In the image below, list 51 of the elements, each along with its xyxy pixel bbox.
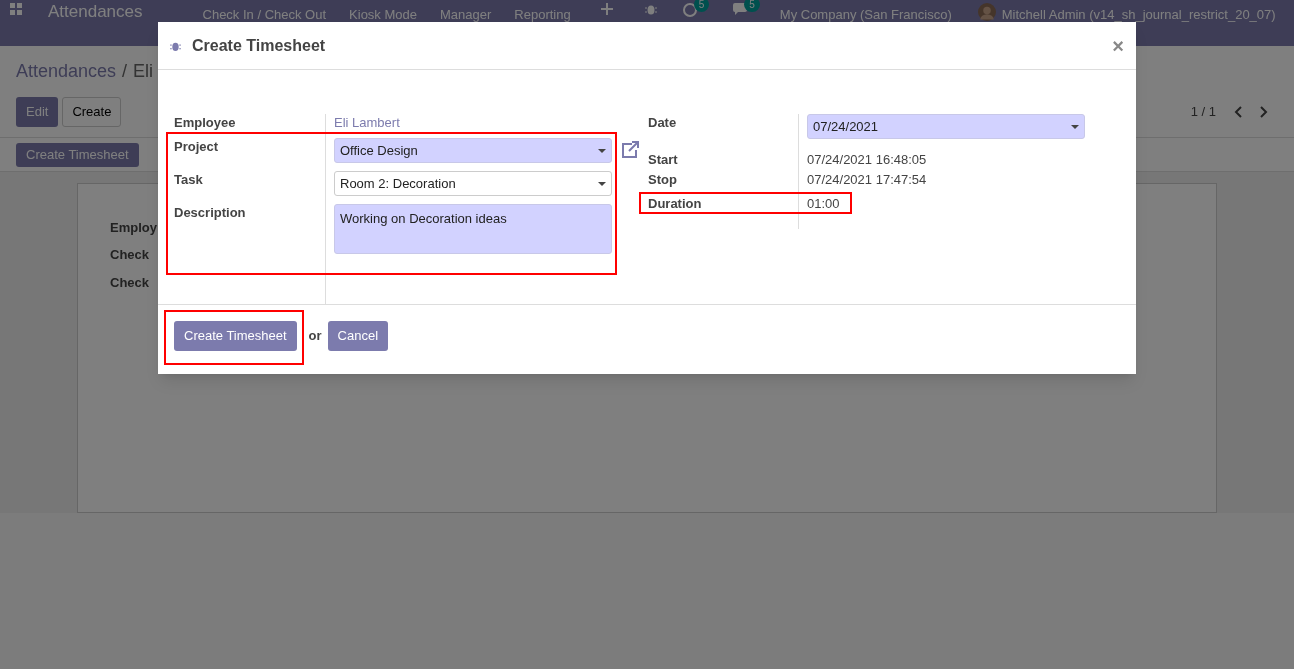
field-label: Project (174, 138, 219, 156)
or-text: or (308, 327, 322, 346)
field-value: 07/24/2021 16:48:05 (807, 151, 928, 169)
field-label: Description (174, 204, 246, 222)
activity-badge: 5 (693, 0, 710, 12)
description-field[interactable]: Working on Decoration ideas (334, 204, 612, 254)
apps-grid-icon[interactable] (10, 3, 22, 15)
chat-icon[interactable] (733, 3, 748, 15)
field-value: 01:00 (807, 195, 841, 213)
nav-menu-item[interactable]: Kiosk Mode (349, 5, 417, 25)
close-button[interactable]: × (1112, 35, 1124, 56)
nav-menu-item[interactable]: Reporting (514, 5, 571, 25)
field-label: Date (648, 114, 677, 132)
caret-icon (598, 148, 606, 153)
create-timesheet-button[interactable]: Create Timesheet (174, 321, 297, 351)
clock-icon[interactable] (682, 3, 697, 17)
field-label: Employee (174, 114, 236, 132)
field-value: 07/24/2021 17:47:54 (807, 171, 928, 189)
dialog-title: Create Timesheet (192, 35, 326, 56)
field-label: Stop (648, 171, 677, 189)
breadcrumb-current: Eli (133, 60, 154, 83)
create-timesheet-button[interactable]: Create Timesheet (16, 142, 139, 167)
caret-icon (598, 181, 606, 186)
chevron-right-icon[interactable] (1260, 106, 1268, 118)
create-button[interactable]: Create (62, 97, 122, 127)
select-field[interactable]: Office Design (334, 138, 612, 163)
app-title[interactable]: Attendances (48, 3, 143, 20)
edit-button[interactable]: Edit (16, 97, 59, 127)
select-field[interactable]: Room 2: Decoration (334, 171, 612, 196)
company-switcher[interactable]: My Company (San Francisco) (779, 5, 952, 25)
employee-link[interactable]: Eli Lambert (334, 114, 612, 132)
field-label: Start (648, 151, 678, 169)
caret-icon (1071, 124, 1079, 129)
external-link-icon[interactable] (620, 141, 640, 159)
avatar-icon[interactable] (977, 3, 996, 21)
select-field[interactable]: 07/24/2021 (807, 114, 1085, 139)
bug-icon[interactable] (644, 3, 657, 15)
cancel-button[interactable]: Cancel (327, 321, 389, 351)
field-label: Employ (110, 218, 157, 237)
user-menu[interactable]: Mitchell Admin (v14_sh_journal_restrict_20_07) (1001, 5, 1276, 25)
field-label: Task (174, 171, 203, 189)
field-label: Check (110, 273, 150, 292)
breadcrumb-link[interactable]: Attendances (16, 58, 117, 85)
pager-value: 1 / 1 (1190, 103, 1216, 122)
breadcrumb-separator: / (122, 60, 128, 83)
message-badge: 5 (744, 0, 760, 12)
nav-menu-item[interactable]: Manager (440, 5, 492, 25)
plus-icon[interactable] (600, 3, 613, 15)
field-label: Duration (648, 195, 702, 213)
field-label: Check (110, 246, 150, 265)
chevron-left-icon[interactable] (1234, 106, 1242, 118)
